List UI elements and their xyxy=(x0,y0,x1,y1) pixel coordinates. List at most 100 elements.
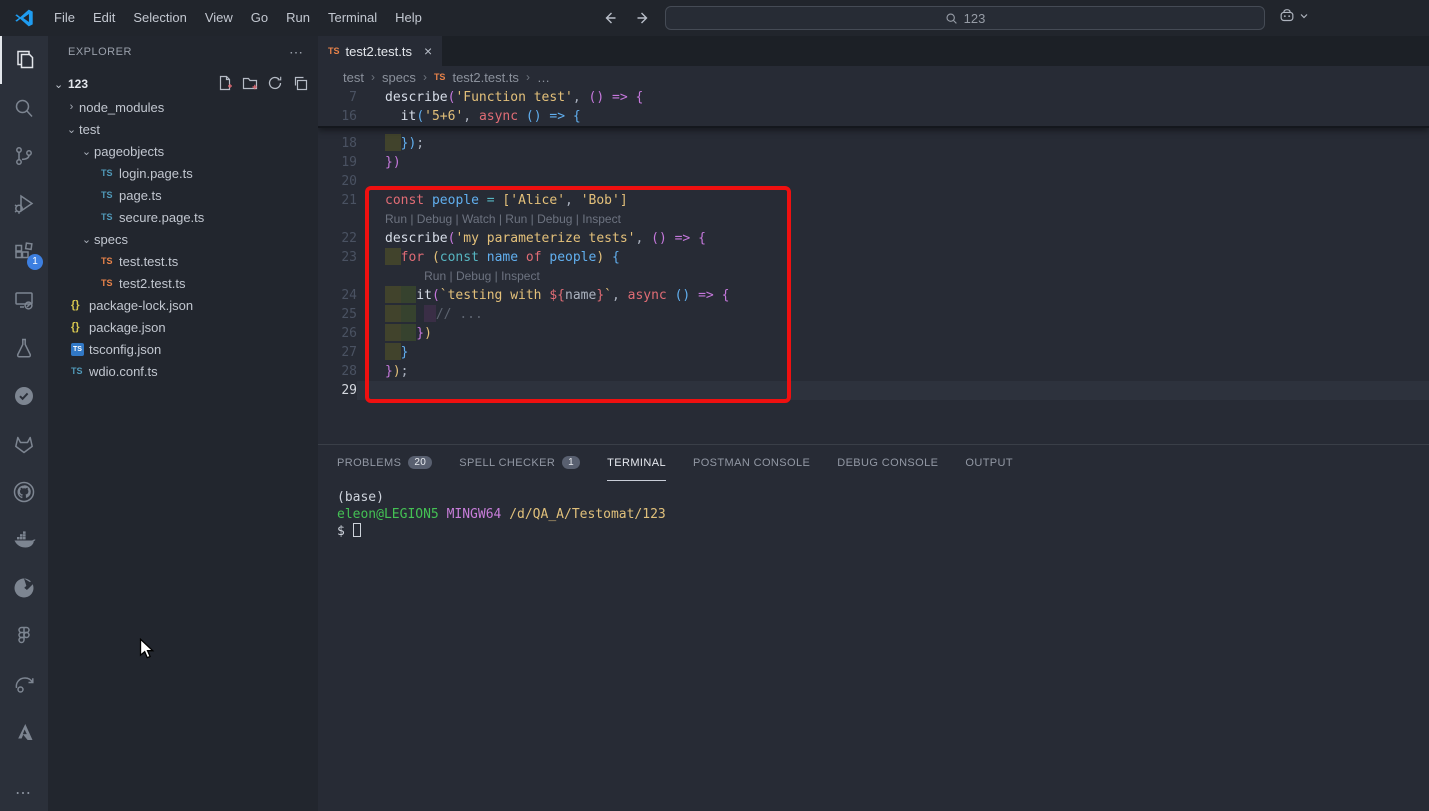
menu-item-view[interactable]: View xyxy=(196,0,242,36)
panel-tab-postman-console[interactable]: POSTMAN CONSOLE xyxy=(693,445,810,481)
code-line-content xyxy=(357,381,1429,400)
breadcrumb-item[interactable]: specs xyxy=(382,70,416,85)
code-line-content: for (const name of people) { xyxy=(357,248,1429,267)
tree-item-label: secure.page.ts xyxy=(119,210,204,225)
explorer-more-actions[interactable]: ⋯ xyxy=(289,44,304,61)
tree-item-package-json[interactable]: {}package.json xyxy=(48,316,318,338)
panel-tab-spell-checker[interactable]: SPELL CHECKER1 xyxy=(459,445,580,481)
gitlab-activity-item[interactable] xyxy=(0,420,48,468)
panel-tab-debug-console[interactable]: DEBUG CONSOLE xyxy=(837,445,938,481)
code-token: } xyxy=(385,155,393,170)
line-number: 28 xyxy=(318,362,357,381)
tree-item-secure-page-ts[interactable]: TSsecure.page.ts xyxy=(48,206,318,228)
azure-activity-item[interactable] xyxy=(0,708,48,756)
breadcrumb-item[interactable]: test xyxy=(343,70,364,85)
menu-item-go[interactable]: Go xyxy=(242,0,277,36)
tree-item-pageobjects[interactable]: ⌄pageobjects xyxy=(48,140,318,162)
remote-explorer-activity-item[interactable] xyxy=(0,276,48,324)
tree-item-package-lock-json[interactable]: {}package-lock.json xyxy=(48,294,318,316)
code-token: describe xyxy=(385,231,448,246)
code-token xyxy=(479,193,487,208)
tree-item-login-page-ts[interactable]: TSlogin.page.ts xyxy=(48,162,318,184)
code-token: , xyxy=(612,288,628,303)
search-activity-item[interactable] xyxy=(0,84,48,132)
postman-activity-item[interactable] xyxy=(0,564,48,612)
code-token: } xyxy=(596,288,604,303)
code-token: , xyxy=(565,193,581,208)
breadcrumb-item[interactable]: test2.test.ts xyxy=(452,70,518,85)
line-number: 19 xyxy=(318,153,357,172)
source-control-activity-item[interactable] xyxy=(0,132,48,180)
menu-item-edit[interactable]: Edit xyxy=(84,0,124,36)
files-activity-item[interactable] xyxy=(0,36,48,84)
forward-icon[interactable] xyxy=(633,10,649,26)
code-token xyxy=(667,231,675,246)
close-icon[interactable]: × xyxy=(424,43,432,59)
code-token: () xyxy=(675,288,691,303)
refresh-icon[interactable] xyxy=(267,75,283,94)
panel-tab-problems[interactable]: PROBLEMS20 xyxy=(337,445,432,481)
terminal-output[interactable]: (base)eleon@LEGION5 MINGW64 /d/QA_A/Test… xyxy=(318,481,1429,540)
workspace-name: 123 xyxy=(68,77,217,91)
codelens-actions[interactable]: Run | Debug | Inspect xyxy=(396,267,540,286)
tree-item-test[interactable]: ⌄test xyxy=(48,118,318,140)
terminal-line: (base) xyxy=(337,489,1429,506)
chevron-down-icon: ⌄ xyxy=(54,78,68,91)
menu-item-file[interactable]: File xyxy=(45,0,84,36)
coverage-decoration xyxy=(401,286,417,303)
figma-activity-item[interactable] xyxy=(0,612,48,660)
code-line-content: }); xyxy=(357,134,1429,153)
typescript-file-icon: TS xyxy=(71,366,89,376)
code-line-content: }) xyxy=(357,153,1429,172)
github-activity-item[interactable] xyxy=(0,468,48,516)
tree-item-wdio-conf-ts[interactable]: TSwdio.conf.ts xyxy=(48,360,318,382)
tree-item-test-test-ts[interactable]: TStest.test.ts xyxy=(48,250,318,272)
code-token: 'Bob' xyxy=(581,193,620,208)
live-share-activity-item[interactable] xyxy=(0,660,48,708)
new-file-icon[interactable] xyxy=(217,75,233,94)
code-token xyxy=(714,288,722,303)
menu-item-help[interactable]: Help xyxy=(386,0,431,36)
codelens-row: Run | Debug | Watch | Run | Debug | Insp… xyxy=(318,210,1429,229)
menu-item-run[interactable]: Run xyxy=(277,0,319,36)
terminal-token: eleon@LEGION5 xyxy=(337,507,439,522)
codelens-actions[interactable]: Run | Debug | Watch | Run | Debug | Insp… xyxy=(357,210,621,229)
tree-item-specs[interactable]: ⌄specs xyxy=(48,228,318,250)
tree-item-tsconfig-json[interactable]: TStsconfig.json xyxy=(48,338,318,360)
testing-activity-item[interactable] xyxy=(0,324,48,372)
azure-icon xyxy=(12,720,36,744)
breadcrumb-item[interactable]: … xyxy=(537,70,550,85)
tree-item-test2-test-ts[interactable]: TStest2.test.ts xyxy=(48,272,318,294)
new-folder-icon[interactable] xyxy=(242,75,258,94)
code-editor[interactable]: 7describe('Function test', () => {16 it(… xyxy=(318,88,1429,444)
run-debug-activity-item[interactable] xyxy=(0,180,48,228)
code-token: ${ xyxy=(549,288,565,303)
terminal-token: /d/QA_A/Testomat/123 xyxy=(509,507,666,522)
tree-item-node-modules[interactable]: ›node_modules xyxy=(48,96,318,118)
tab-test2-test-ts[interactable]: TS test2.test.ts × xyxy=(318,36,442,66)
tree-item-page-ts[interactable]: TSpage.ts xyxy=(48,184,318,206)
more-actions-icon[interactable]: ⋯ xyxy=(15,783,33,803)
menu-item-selection[interactable]: Selection xyxy=(124,0,195,36)
docker-activity-item[interactable] xyxy=(0,516,48,564)
coverage-decoration xyxy=(385,305,401,322)
tree-item-label: test2.test.ts xyxy=(119,276,185,291)
collapse-all-icon[interactable] xyxy=(292,75,308,94)
todo-check-activity-item[interactable] xyxy=(0,372,48,420)
explorer-section-header[interactable]: ⌄ 123 xyxy=(48,72,318,96)
tree-item-label: wdio.conf.ts xyxy=(89,364,158,379)
code-token: describe xyxy=(385,90,448,105)
menu-item-terminal[interactable]: Terminal xyxy=(319,0,386,36)
back-icon[interactable] xyxy=(603,10,619,26)
panel-tab-output[interactable]: OUTPUT xyxy=(965,445,1013,481)
panel-tab-label: TERMINAL xyxy=(607,457,666,469)
panel-tab-terminal[interactable]: TERMINAL xyxy=(607,445,666,481)
tree-item-label: node_modules xyxy=(79,100,164,115)
copilot-menu[interactable] xyxy=(1278,7,1309,25)
command-center-search[interactable]: 123 xyxy=(665,6,1265,30)
coverage-decoration xyxy=(385,324,401,341)
code-line: 29 xyxy=(318,381,1429,400)
terminal-line: $ xyxy=(337,523,1429,540)
extensions-activity-item[interactable]: 1 xyxy=(0,228,48,276)
tree-item-label: package-lock.json xyxy=(89,298,193,313)
